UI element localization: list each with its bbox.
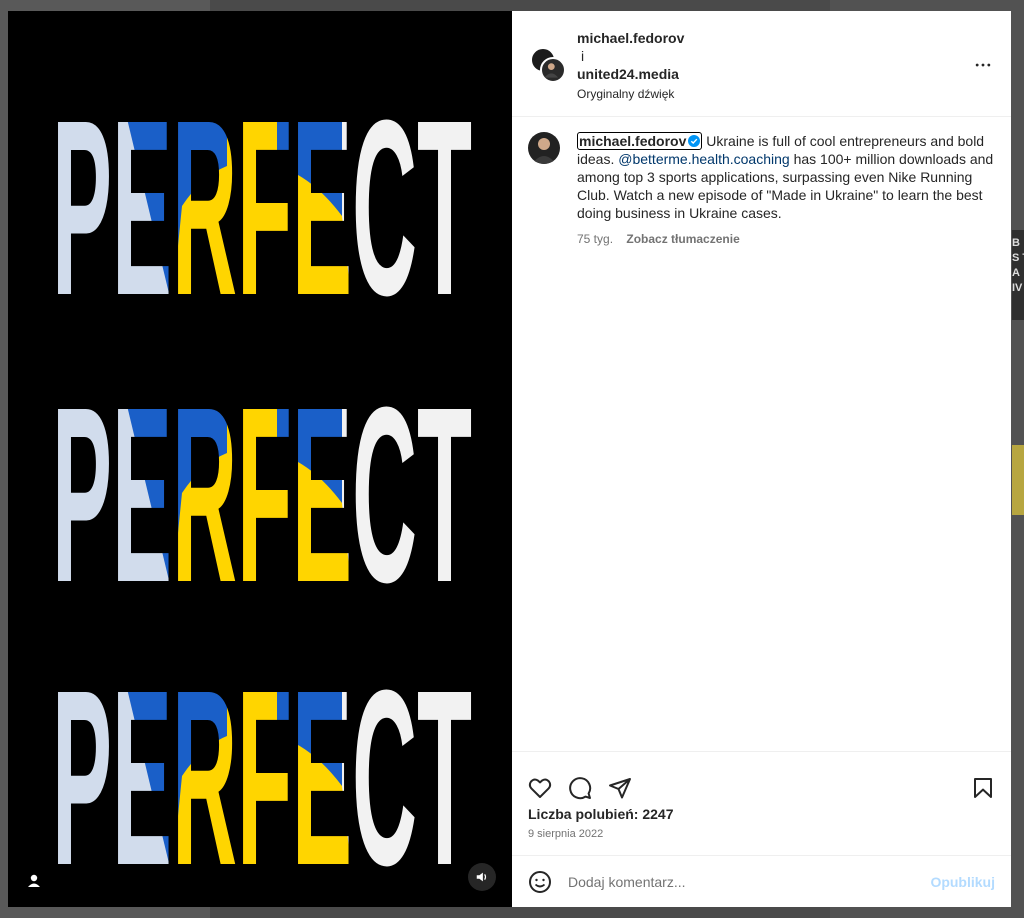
- poster-frame-2: PERFECT: [52, 343, 472, 593]
- collab-names: michael.fedorov i united24.media Orygina…: [577, 29, 684, 103]
- perfect-graphic: PERFECT: [52, 68, 472, 306]
- comment-icon[interactable]: [568, 776, 592, 800]
- background-side-tile: B S T A IV: [1012, 230, 1024, 320]
- background-side-text: B S T A IV: [1012, 237, 1024, 294]
- perfect-graphic: PERFECT: [52, 638, 472, 876]
- post-details-panel: michael.fedorov i united24.media Orygina…: [512, 11, 1011, 907]
- verified-icon: [688, 135, 701, 147]
- heart-icon[interactable]: [528, 776, 552, 800]
- emoji-icon[interactable]: [528, 870, 552, 894]
- caption: michael.fedorov Ukraine is full of cool …: [528, 132, 995, 248]
- action-bar: [512, 751, 1011, 856]
- poster-frame-1: PERFECT: [52, 56, 472, 306]
- avatar[interactable]: [528, 132, 560, 164]
- coauthor-link[interactable]: united24.media: [577, 65, 684, 83]
- post-modal: PERFECT PERFECT: [8, 11, 1011, 907]
- post-date[interactable]: 9 sierpnia 2022: [528, 828, 603, 840]
- collab-joiner: i: [581, 48, 585, 64]
- post-age[interactable]: 75 tyg.: [577, 232, 613, 246]
- avatar-stack[interactable]: [530, 47, 566, 83]
- perfect-graphic: PERFECT: [52, 355, 472, 593]
- caption-meta: 75 tyg. Zobacz tłumaczenie: [577, 230, 995, 248]
- comment-bar: Opublikuj: [512, 855, 1011, 907]
- video-player[interactable]: PERFECT PERFECT: [8, 11, 512, 907]
- publish-button[interactable]: Opublikuj: [930, 874, 995, 890]
- translate-link[interactable]: Zobacz tłumaczenie: [626, 232, 739, 246]
- user-icon[interactable]: [24, 871, 44, 891]
- poster-frame-3: PERFECT: [52, 626, 472, 876]
- bookmark-icon[interactable]: [971, 776, 995, 800]
- caption-text: michael.fedorov Ukraine is full of cool …: [577, 132, 995, 248]
- more-icon[interactable]: [971, 53, 995, 77]
- comment-input[interactable]: [568, 870, 908, 894]
- likes-count[interactable]: Liczba polubień: 2247: [528, 806, 673, 822]
- avatar[interactable]: [540, 57, 566, 83]
- share-icon[interactable]: [608, 776, 632, 800]
- author-link[interactable]: michael.fedorov: [577, 29, 684, 47]
- post-header: michael.fedorov i united24.media Orygina…: [512, 11, 1011, 117]
- caption-username[interactable]: michael.fedorov: [577, 132, 703, 150]
- background-yellow-tile: [1012, 445, 1024, 515]
- mention-link[interactable]: @betterme.health.coaching: [618, 151, 789, 167]
- audio-link[interactable]: Oryginalny dźwięk: [577, 85, 684, 103]
- speaker-icon[interactable]: [468, 863, 496, 891]
- caption-username-text[interactable]: michael.fedorov: [579, 133, 686, 149]
